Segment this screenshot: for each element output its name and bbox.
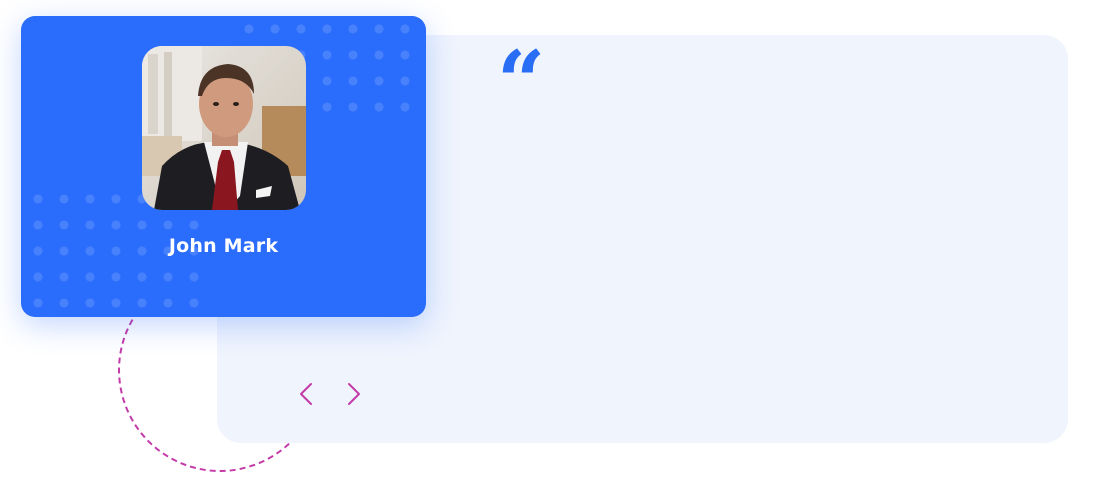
chevron-right-icon — [348, 383, 360, 405]
profile-card: John Mark — [21, 16, 426, 317]
author-name: John Mark — [168, 235, 279, 257]
next-button[interactable] — [343, 381, 365, 407]
avatar — [142, 46, 306, 210]
quote-icon: “ — [497, 32, 546, 131]
prev-button[interactable] — [295, 381, 317, 407]
avatar-photo — [142, 46, 306, 210]
chevron-left-icon — [300, 383, 312, 405]
